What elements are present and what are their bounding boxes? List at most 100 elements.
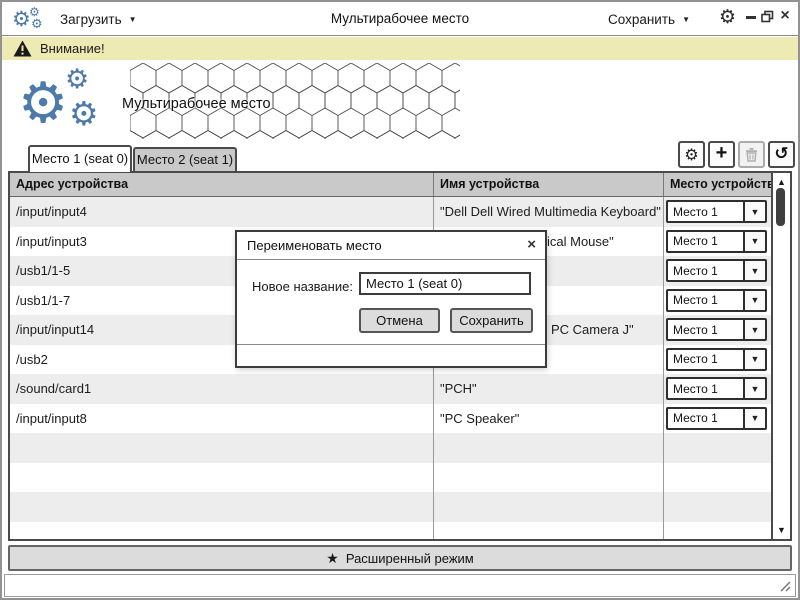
page-title: Мультирабочее место [122, 96, 271, 112]
maximize-icon [760, 10, 773, 22]
tab-seat-1[interactable]: Место 2 (seat 1) [133, 147, 237, 171]
device-seat-cell [664, 522, 773, 540]
device-name [434, 462, 664, 492]
scrollbar-thumb[interactable] [776, 188, 785, 226]
chevron-down-icon: ▼ [743, 349, 765, 369]
app-logo-gears-icon: ⚙ ⚙ ⚙ [18, 64, 99, 136]
device-name: "PCH" [434, 374, 664, 404]
device-seat-cell [664, 433, 773, 463]
save-button[interactable]: Сохранить [450, 308, 533, 333]
device-address [10, 521, 434, 539]
device-seat-cell: Место 1 ▼ [664, 197, 773, 227]
chevron-down-icon: ▼ [743, 408, 765, 428]
vertical-scrollbar[interactable]: ▲ ▼ [771, 173, 790, 539]
table-header-row: Адрес устройства Имя устройства Место ус… [10, 173, 773, 197]
device-address: /sound/card1 [10, 374, 434, 404]
device-address: /input/input8 [10, 403, 434, 433]
seat-select[interactable]: Место 1 ▼ [666, 377, 767, 401]
seat-select-value: Место 1 [673, 352, 718, 367]
device-name [434, 521, 664, 539]
seat-select[interactable]: Место 1 ▼ [666, 288, 767, 312]
gear-icon: ⚙ [684, 144, 699, 164]
warning-text: Внимание! [40, 41, 105, 56]
save-menu-button[interactable]: Сохранить ▼ [608, 10, 690, 28]
device-seat-cell [664, 492, 773, 522]
device-seat-cell: Место 1 ▼ [664, 315, 773, 345]
seat-select-value: Место 1 [673, 411, 718, 426]
device-seat-cell: Место 1 ▼ [664, 256, 773, 286]
chevron-down-icon: ▼ [682, 14, 690, 24]
seat-select[interactable]: Место 1 ▼ [666, 406, 767, 430]
table-row-empty [10, 462, 773, 493]
seat-select[interactable]: Место 1 ▼ [666, 229, 767, 253]
dialog-close-icon[interactable]: × [527, 236, 536, 253]
advanced-mode-label: Расширенный режим [345, 550, 474, 566]
chevron-down-icon: ▼ [743, 320, 765, 340]
resize-grip[interactable] [778, 579, 792, 593]
delete-seat-button [738, 141, 765, 168]
seat-select-value: Место 1 [673, 234, 718, 249]
app-window: ⚙ ⚙ ⚙ Загрузить ▼ Мультирабочее место Со… [0, 0, 800, 600]
undo-reset-icon: ↺ [774, 144, 789, 164]
device-name [434, 492, 664, 522]
table-row[interactable]: /input/input4 "Dell Dell Wired Multimedia… [10, 197, 773, 227]
advanced-mode-button[interactable]: ★ Расширенный режим [8, 545, 792, 571]
seat-select-value: Место 1 [673, 204, 718, 219]
device-address [10, 492, 434, 522]
table-row-empty [10, 521, 773, 540]
new-name-input[interactable] [359, 272, 531, 295]
title-bar: ⚙ ⚙ ⚙ Загрузить ▼ Мультирабочее место Со… [2, 2, 798, 36]
seat-select[interactable]: Место 1 ▼ [666, 318, 767, 342]
chevron-down-icon: ▼ [743, 231, 765, 251]
device-seat-cell: Место 1 ▼ [664, 345, 773, 375]
column-header-name: Имя устройства [434, 173, 664, 196]
maximize-button[interactable] [760, 8, 774, 24]
plus-icon: + [715, 142, 728, 164]
minimize-button[interactable] [744, 8, 758, 24]
device-seat-cell: Место 1 ▼ [664, 286, 773, 316]
cancel-button[interactable]: Отмена [359, 308, 440, 333]
device-address [10, 462, 434, 492]
dialog-title: Переименовать место [247, 238, 382, 253]
warning-banner[interactable]: Внимание! [2, 37, 798, 60]
app-header: ⚙ ⚙ ⚙ Мультирабочее место [2, 60, 798, 144]
chevron-down-icon: ▼ [743, 379, 765, 399]
seat-settings-button[interactable]: ⚙ [678, 141, 705, 168]
add-seat-button[interactable]: + [708, 141, 735, 168]
settings-gear-icon[interactable]: ⚙ [719, 8, 736, 27]
column-header-address: Адрес устройства [10, 173, 434, 196]
seat-select[interactable]: Место 1 ▼ [666, 347, 767, 371]
device-seat-cell: Место 1 ▼ [664, 227, 773, 257]
trash-icon [746, 148, 757, 162]
device-seat-cell: Место 1 ▼ [664, 404, 773, 434]
tab-seat-0[interactable]: Место 1 (seat 0) [28, 145, 132, 172]
seat-select-value: Место 1 [673, 263, 718, 278]
table-row[interactable]: /input/input8 "PC Speaker" Место 1 ▼ [10, 403, 773, 434]
device-address [10, 433, 434, 463]
rename-seat-dialog: Переименовать место × Новое название: От… [235, 230, 547, 368]
table-row-empty [10, 433, 773, 463]
reset-button[interactable]: ↺ [768, 141, 795, 168]
device-seat-cell: Место 1 ▼ [664, 374, 773, 404]
dialog-footer-divider [237, 344, 545, 345]
scroll-down-icon[interactable]: ▼ [773, 525, 790, 535]
device-name: "Dell Dell Wired Multimedia Keyboard" [434, 197, 664, 227]
seat-select[interactable]: Место 1 ▼ [666, 259, 767, 283]
seat-select-value: Место 1 [673, 381, 718, 396]
new-name-label: Новое название: [252, 279, 353, 294]
warning-icon [13, 40, 32, 57]
chevron-down-icon: ▼ [743, 290, 765, 310]
device-name [434, 433, 664, 463]
scroll-up-icon[interactable]: ▲ [773, 177, 790, 187]
device-seat-cell [664, 463, 773, 493]
seat-select-value: Место 1 [673, 293, 718, 308]
table-row[interactable]: /sound/card1 "PCH" Место 1 ▼ [10, 374, 773, 404]
chevron-down-icon: ▼ [743, 261, 765, 281]
seat-select[interactable]: Место 1 ▼ [666, 200, 767, 224]
device-address: /input/input4 [10, 197, 434, 227]
close-button[interactable]: × [778, 7, 792, 24]
save-menu-label: Сохранить [607, 11, 676, 27]
dialog-title-bar: Переименовать место × [237, 232, 545, 260]
minimize-icon [746, 15, 756, 19]
column-header-seat: Место устройства [670, 177, 773, 191]
